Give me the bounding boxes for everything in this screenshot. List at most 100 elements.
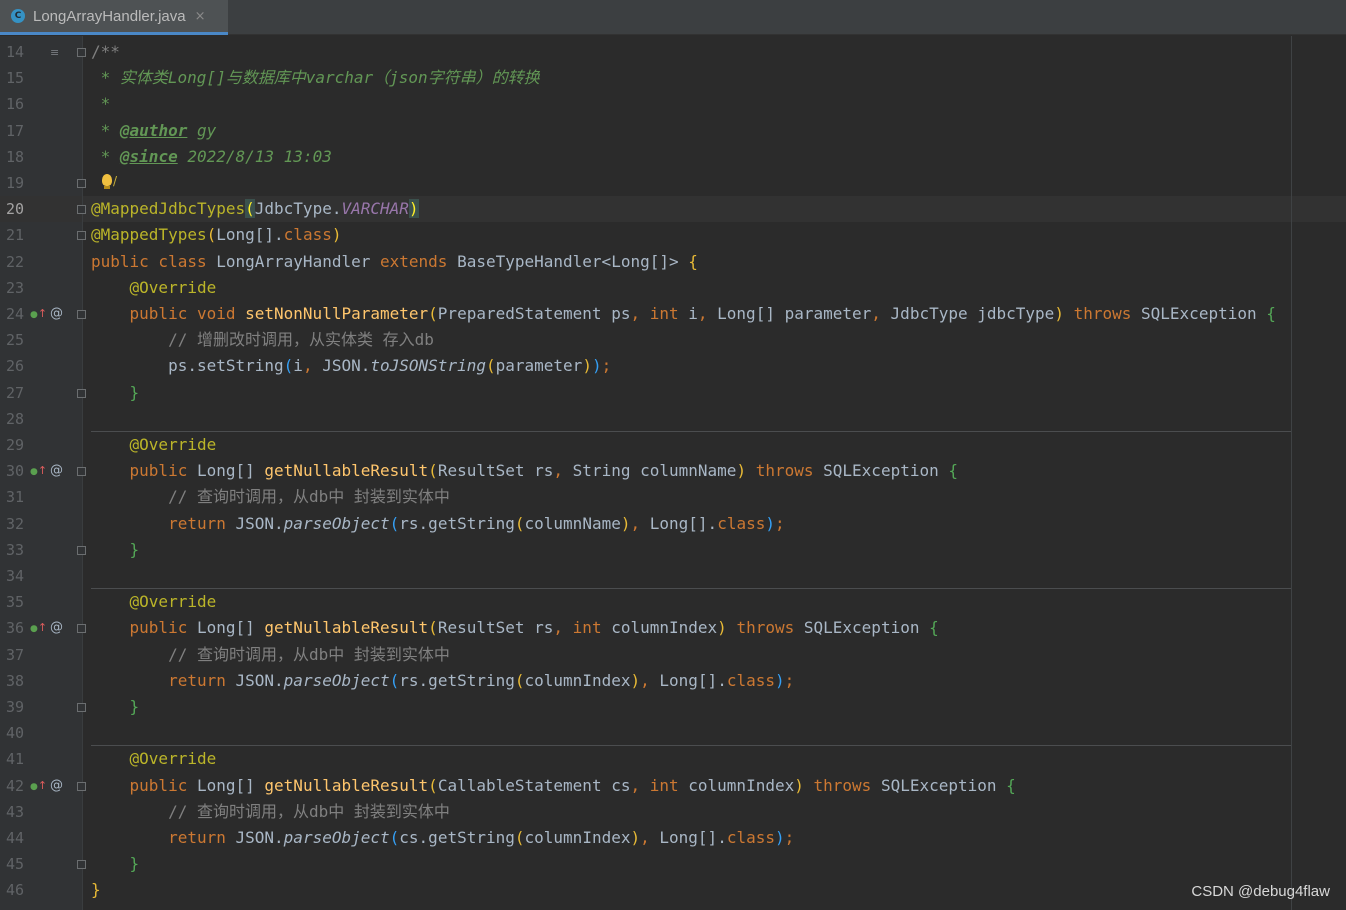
lightbulb-base xyxy=(104,186,110,189)
code-line[interactable]: 37 // 查询时调用，从db中 封装到实体中 xyxy=(0,642,1346,668)
code-line[interactable]: 46} xyxy=(0,877,1346,903)
watermark: CSDN @debug4flaw xyxy=(1191,883,1330,900)
code-token: parseObject xyxy=(283,828,390,847)
annotation-icon[interactable]: @ xyxy=(50,458,63,484)
line-number: 28 xyxy=(5,409,24,428)
fold-icon[interactable] xyxy=(77,545,86,555)
override-implements-icon[interactable]: ●↑ xyxy=(30,615,47,642)
code-text: @Override xyxy=(91,432,217,458)
override-implements-icon[interactable]: ●↑ xyxy=(30,458,47,485)
fold-icon[interactable] xyxy=(77,310,86,319)
code-token: @Override xyxy=(129,435,217,454)
line-number: 24 xyxy=(5,305,24,323)
code-line[interactable]: 36 ●↑ @ public Long[] getNullableResult(Re… xyxy=(0,615,1346,641)
code-line[interactable]: 38 return JSON.parseObject(rs.getString(… xyxy=(0,668,1346,694)
code-token: class xyxy=(726,828,775,847)
editor-tab-bar: C LongArrayHandler.java × xyxy=(0,0,1346,35)
code-line[interactable]: 14 ≡ /** xyxy=(0,39,1346,65)
override-implements-icon[interactable]: ●↑ xyxy=(30,301,47,328)
code-token: // 查询时调用，从db中 封装到实体中 xyxy=(168,644,450,664)
code-line[interactable]: 32 return JSON.parseObject(rs.getString(… xyxy=(0,511,1346,537)
code-line[interactable]: 28 xyxy=(0,406,1346,432)
code-line[interactable]: 26 ps.setString(i, JSON.toJSONString(par… xyxy=(0,353,1346,379)
code-token: class xyxy=(283,225,332,245)
code-token: { xyxy=(948,461,959,481)
code-line[interactable]: 20 @MappedJdbcTypes(JdbcType.VARCHAR) xyxy=(0,196,1346,222)
code-line[interactable]: 44 return JSON.parseObject(cs.getString(… xyxy=(0,825,1346,851)
lightbulb-icon[interactable] xyxy=(102,174,112,186)
fold-icon[interactable] xyxy=(77,179,86,188)
code-text: ps.setString(i, JSON.toJSONString(parame… xyxy=(91,353,611,379)
code-token: throws xyxy=(746,461,824,481)
code-line[interactable]: 19 / xyxy=(0,170,1346,196)
code-line[interactable]: 45 } xyxy=(0,851,1346,877)
doc-render-icon[interactable]: ≡ xyxy=(50,46,59,59)
fold-icon[interactable] xyxy=(77,624,86,634)
code-token: throws xyxy=(726,618,804,638)
code-line[interactable]: 42 ●↑ @ public Long[] getNullableResult(Ca… xyxy=(0,773,1346,799)
code-token: rs.getString xyxy=(399,513,515,533)
code-token: } xyxy=(129,539,140,559)
code-line[interactable]: 34 xyxy=(0,563,1346,589)
code-line[interactable]: 29 @Override xyxy=(0,432,1346,458)
code-line[interactable]: 17 * @author gy xyxy=(0,118,1346,144)
code-line[interactable]: 30 ●↑ @ public Long[] getNullableResult(Re… xyxy=(0,458,1346,484)
line-number: 34 xyxy=(5,567,24,585)
fold-icon[interactable] xyxy=(77,781,86,791)
code-token: Long[] parameter xyxy=(717,304,872,323)
code-token: @MappedJdbcTypes xyxy=(91,199,246,219)
code-text: public Long[] getNullableResult(ResultSe… xyxy=(91,458,958,484)
annotation-icon[interactable]: @ xyxy=(50,615,63,641)
fold-icon[interactable] xyxy=(77,48,86,57)
code-token: ( xyxy=(514,828,525,847)
line-number: 29 xyxy=(5,436,24,454)
fold-icon[interactable] xyxy=(77,388,86,398)
code-line[interactable]: 25 // 增删改时调用，从实体类 存入db xyxy=(0,327,1346,353)
code-line[interactable]: 24 ●↑ @ public void setNonNullParameter(Pr… xyxy=(0,301,1346,327)
code-line[interactable]: 22 public class LongArrayHandler extends … xyxy=(0,249,1346,275)
code-line[interactable]: 39 } xyxy=(0,694,1346,720)
close-icon[interactable]: × xyxy=(195,9,206,24)
code-line[interactable]: 16 * xyxy=(0,91,1346,117)
fold-icon[interactable] xyxy=(77,860,86,870)
code-line[interactable]: 41 @Override xyxy=(0,746,1346,772)
code-token: ( xyxy=(514,513,525,533)
code-line[interactable]: 31 // 查询时调用，从db中 封装到实体中 xyxy=(0,484,1346,510)
code-line[interactable]: 43 // 查询时调用，从db中 封装到实体中 xyxy=(0,799,1346,825)
code-line[interactable]: 15 * 实体类Long[]与数据库中varchar（json字符串）的转换 xyxy=(0,65,1346,91)
annotation-icon[interactable]: @ xyxy=(50,773,63,799)
code-line[interactable]: 40 xyxy=(0,720,1346,746)
line-number: 35 xyxy=(5,593,24,612)
code-line[interactable]: 18 * @since 2022/8/13 13:03 xyxy=(0,144,1346,170)
method-separator xyxy=(91,431,1291,432)
line-number: 41 xyxy=(5,750,24,769)
code-line[interactable]: 33 } xyxy=(0,537,1346,563)
code-token: // 查询时调用，从db中 封装到实体中 xyxy=(168,801,450,821)
code-line[interactable]: 35 @Override xyxy=(0,589,1346,615)
line-number: 32 xyxy=(5,514,24,533)
code-text: } xyxy=(91,380,140,406)
fold-icon[interactable] xyxy=(77,231,86,241)
fold-icon[interactable] xyxy=(77,703,86,712)
code-line[interactable]: 23 @Override xyxy=(0,275,1346,301)
code-token: Long[]. xyxy=(659,828,727,847)
code-line[interactable]: 21 @MappedTypes(Long[].class) xyxy=(0,222,1346,248)
override-implements-icon[interactable]: ●↑ xyxy=(30,773,47,800)
code-token: columnIndex xyxy=(688,775,795,795)
code-text: @Override xyxy=(91,589,217,615)
code-line[interactable]: 27 } xyxy=(0,380,1346,406)
line-number: 31 xyxy=(5,488,24,507)
code-token: , xyxy=(871,304,891,323)
fold-icon[interactable] xyxy=(77,205,86,215)
code-token: @Override xyxy=(129,749,217,769)
tab-longarrayhandler[interactable]: C LongArrayHandler.java × xyxy=(0,0,228,35)
code-editor[interactable]: 14 ≡/** 15 * 实体类Long[]与数据库中varchar（json字符串… xyxy=(0,36,1346,910)
code-token: ; xyxy=(601,356,612,376)
line-number: 40 xyxy=(5,724,24,743)
annotation-icon[interactable]: @ xyxy=(50,301,63,327)
fold-icon[interactable] xyxy=(77,467,86,477)
line-number: 37 xyxy=(5,645,24,664)
